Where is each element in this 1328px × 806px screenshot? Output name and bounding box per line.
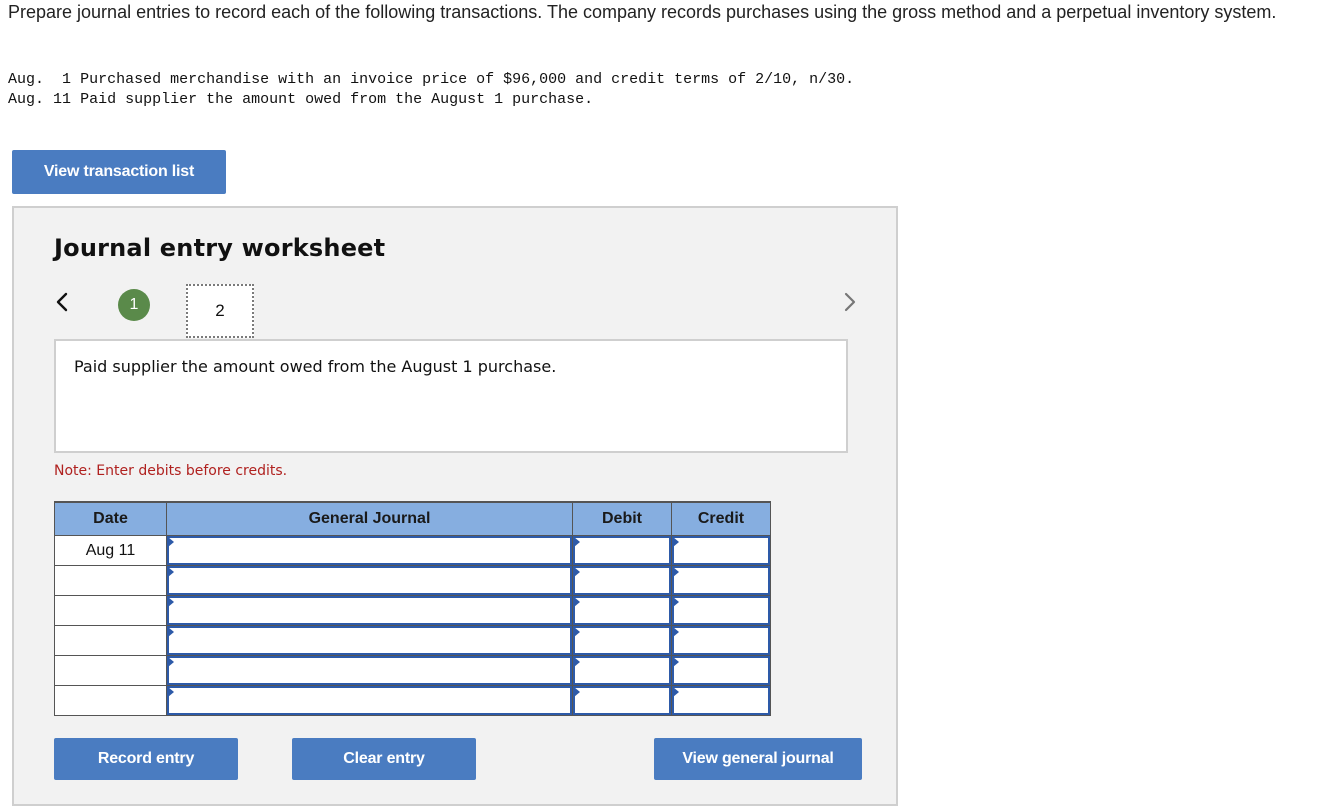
debit-cell: [572, 535, 672, 566]
chevron-left-icon[interactable]: [52, 290, 72, 314]
date-cell: [54, 595, 167, 626]
table-row: [54, 595, 771, 626]
table-row: [54, 685, 771, 716]
account-input[interactable]: [168, 627, 570, 653]
debit-input[interactable]: [574, 567, 669, 593]
account-input[interactable]: [168, 567, 570, 593]
account-input[interactable]: [168, 687, 570, 713]
date-cell: [54, 565, 167, 596]
view-transaction-list-button[interactable]: View transaction list: [12, 150, 226, 194]
step-1-completed-badge[interactable]: 1: [118, 289, 150, 321]
record-entry-button[interactable]: Record entry: [54, 738, 238, 780]
credit-input[interactable]: [673, 627, 768, 653]
credit-cell: [671, 655, 771, 686]
transaction-month: Aug.: [8, 71, 45, 88]
credit-input[interactable]: [673, 687, 768, 713]
debit-input[interactable]: [574, 597, 669, 623]
step-2-current-tab[interactable]: 2: [186, 284, 254, 338]
debit-column-header: Debit: [572, 501, 672, 536]
clear-entry-button[interactable]: Clear entry: [292, 738, 476, 780]
debit-cell: [572, 625, 672, 656]
general-journal-column-header: General Journal: [166, 501, 573, 536]
credit-cell: [671, 625, 771, 656]
debit-input[interactable]: [574, 657, 669, 683]
transaction-text: Paid supplier the amount owed from the A…: [80, 91, 594, 108]
transaction-day: 11: [53, 91, 72, 108]
table-row: [54, 655, 771, 686]
account-cell: [166, 655, 573, 686]
debit-input[interactable]: [574, 627, 669, 653]
instructions-text: Prepare journal entries to record each o…: [8, 2, 1277, 22]
journal-entry-worksheet-panel: Journal entry worksheet 1 2 Paid supplie…: [12, 206, 898, 806]
account-cell: [166, 625, 573, 656]
transaction-description-box: Paid supplier the amount owed from the A…: [54, 339, 848, 453]
credit-cell: [671, 595, 771, 626]
credit-input[interactable]: [673, 597, 768, 623]
transaction-day: 1: [53, 71, 72, 88]
entry-note: Note: Enter debits before credits.: [54, 463, 288, 479]
date-cell: [54, 625, 167, 656]
debit-input[interactable]: [574, 537, 669, 563]
account-input[interactable]: [168, 537, 570, 563]
table-header-row: Date General Journal Debit Credit: [54, 501, 771, 536]
debit-input[interactable]: [574, 687, 669, 713]
date-column-header: Date: [54, 501, 167, 536]
view-general-journal-button[interactable]: View general journal: [654, 738, 862, 780]
credit-cell: [671, 535, 771, 566]
table-row: Aug 11: [54, 535, 771, 566]
transaction-text: Purchased merchandise with an invoice pr…: [80, 71, 855, 88]
account-input[interactable]: [168, 597, 570, 623]
credit-input[interactable]: [673, 657, 768, 683]
date-cell: [54, 655, 167, 686]
general-journal-table: Date General Journal Debit Credit Aug 11: [54, 501, 771, 716]
debit-cell: [572, 685, 672, 716]
worksheet-title: Journal entry worksheet: [54, 234, 386, 262]
date-cell: [54, 685, 167, 716]
credit-cell: [671, 685, 771, 716]
transaction-line: Aug. 11 Paid supplier the amount owed fr…: [8, 90, 854, 110]
account-cell: [166, 565, 573, 596]
table-row: [54, 625, 771, 656]
transaction-line: Aug. 1 Purchased merchandise with an inv…: [8, 70, 854, 90]
account-cell: [166, 595, 573, 626]
transaction-month: Aug.: [8, 91, 45, 108]
debit-cell: [572, 595, 672, 626]
table-row: [54, 565, 771, 596]
account-cell: [166, 685, 573, 716]
transaction-list: Aug. 1 Purchased merchandise with an inv…: [8, 70, 854, 110]
debit-cell: [572, 655, 672, 686]
account-cell: [166, 535, 573, 566]
transaction-description: Paid supplier the amount owed from the A…: [74, 357, 557, 376]
credit-cell: [671, 565, 771, 596]
credit-column-header: Credit: [671, 501, 771, 536]
credit-input[interactable]: [673, 567, 768, 593]
account-input[interactable]: [168, 657, 570, 683]
date-cell: Aug 11: [54, 535, 167, 566]
chevron-right-icon[interactable]: [840, 290, 860, 314]
debit-cell: [572, 565, 672, 596]
credit-input[interactable]: [673, 537, 768, 563]
